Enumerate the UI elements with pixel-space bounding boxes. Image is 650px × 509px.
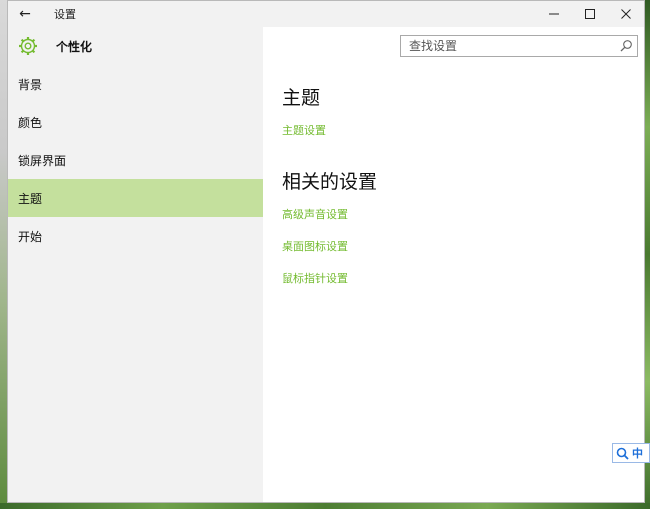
sidebar-item-background[interactable]: 背景 <box>8 65 263 103</box>
sidebar-item-label: 锁屏界面 <box>18 153 67 168</box>
window-title: 设置 <box>54 8 76 21</box>
maximize-icon <box>585 9 595 19</box>
desktop-icon-settings-link[interactable]: 桌面图标设置 <box>282 238 348 254</box>
sidebar-item-label: 颜色 <box>18 115 43 130</box>
search-box <box>400 35 638 57</box>
sidebar-item-lock-screen[interactable]: 锁屏界面 <box>8 141 263 179</box>
ime-search-icon <box>616 447 629 460</box>
sidebar-header: 个性化 <box>8 27 263 65</box>
sidebar-item-label: 开始 <box>18 229 43 244</box>
maximize-button[interactable] <box>572 1 608 27</box>
section-title-themes: 主题 <box>282 87 321 109</box>
gear-icon <box>18 36 38 56</box>
section-title-related-settings: 相关的设置 <box>282 171 378 193</box>
sidebar-item-themes[interactable]: 主题 <box>8 179 263 217</box>
back-button[interactable]: ← <box>8 1 42 27</box>
sidebar-item-label: 背景 <box>18 77 43 92</box>
ime-indicator[interactable]: 中 <box>612 443 650 463</box>
sidebar-item-label: 主题 <box>18 191 43 206</box>
main-content: 主题 主题设置 相关的设置 高级声音设置 桌面图标设置 鼠标指针设置 <box>263 65 644 502</box>
desktop-background-left <box>0 0 7 509</box>
settings-window: ← 设置 个性化 背景 颜色 锁屏界面 主题 开始 查找设置 主题 主题设置 相… <box>7 0 645 503</box>
theme-settings-link[interactable]: 主题设置 <box>282 122 326 138</box>
search-icon[interactable] <box>619 39 633 53</box>
advanced-sound-settings-link[interactable]: 高级声音设置 <box>282 206 348 222</box>
sidebar-item-start[interactable]: 开始 <box>8 217 263 255</box>
sidebar-item-colors[interactable]: 颜色 <box>8 103 263 141</box>
back-arrow-icon: ← <box>19 6 31 22</box>
sidebar: 个性化 背景 颜色 锁屏界面 主题 开始 <box>8 27 263 502</box>
title-bar: ← 设置 <box>8 1 644 27</box>
search-input[interactable] <box>409 39 609 53</box>
close-icon <box>621 9 631 19</box>
desktop-background-right <box>645 0 650 509</box>
close-button[interactable] <box>608 1 644 27</box>
ime-language-label: 中 <box>632 447 643 460</box>
minimize-button[interactable] <box>536 1 572 27</box>
page-title: 个性化 <box>56 39 93 54</box>
desktop-background-bottom <box>0 503 650 509</box>
minimize-icon <box>549 13 559 15</box>
mouse-pointer-settings-link[interactable]: 鼠标指针设置 <box>282 270 348 286</box>
window-controls <box>536 1 644 27</box>
